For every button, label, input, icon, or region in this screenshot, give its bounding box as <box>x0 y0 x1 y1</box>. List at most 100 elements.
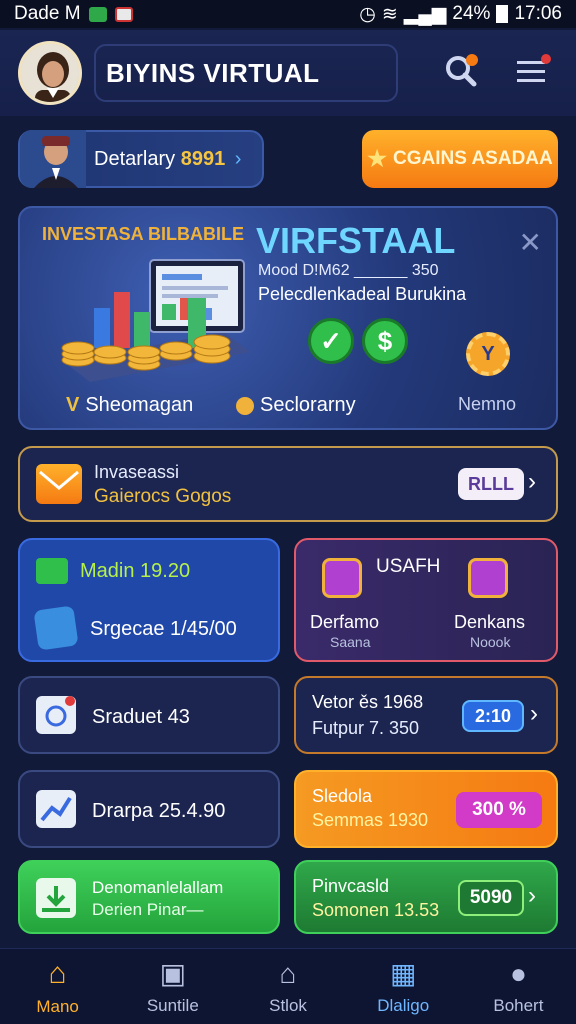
promo-avatar <box>20 130 86 188</box>
tile-red-title: USAFH <box>376 556 441 577</box>
chevron-right-icon: › <box>234 147 242 170</box>
camera-icon <box>36 696 76 734</box>
tile-green-2-line2: Somonen 13.53 <box>312 900 440 920</box>
chevron-right-icon: › <box>528 468 536 495</box>
tile-orange-pill[interactable]: 300 % <box>456 792 542 828</box>
nav-label: Mano <box>36 996 79 1016</box>
close-icon[interactable]: ✕ <box>519 226 542 259</box>
tile-green-1-line1: Denomanlelallam <box>92 878 224 897</box>
invest-row-line2: Gaierocs Gogos <box>94 486 232 507</box>
menu-icon <box>513 51 553 96</box>
house-icon: ⌂ <box>279 957 297 989</box>
status-left-text: Dade M <box>14 3 81 24</box>
nav-label: Stlok <box>269 995 307 1015</box>
tile-blue-row2: Srgecae 1/45/00 <box>90 618 237 640</box>
banner-foot-3: Nemno <box>458 394 517 414</box>
badge-icon <box>468 558 508 598</box>
phone-icon <box>33 605 79 651</box>
investment-banner[interactable]: INVESTASA BILBABILE VIRFSTAAL Mood D!M62… <box>18 206 558 430</box>
inbox-icon: ▣ <box>159 958 187 989</box>
download-icon <box>36 878 76 918</box>
promo-card[interactable]: Detarlary 8991 › <box>18 130 264 188</box>
tile-orange-line1: Sledola <box>312 786 373 806</box>
menu-button[interactable] <box>510 50 556 96</box>
app-title-box: BIYINS VIRTUAL <box>94 44 398 102</box>
coin-icon <box>236 396 254 415</box>
tile-blue-row1: Madin 19.20 <box>80 560 191 582</box>
promo-label: Detarlary <box>94 147 176 170</box>
tile-drarpa-label: Drarpa 25.4.90 <box>92 800 226 822</box>
orange-cta-label: CGAINS ASADAA <box>392 148 553 169</box>
tile-red-item2: Denkans <box>454 612 526 632</box>
nav-label: Bohert <box>493 995 544 1015</box>
gear-icon: Y <box>466 332 510 376</box>
app-title: BIYINS VIRTUAL <box>106 57 320 88</box>
tile-graduet-label: Sraduet 43 <box>92 706 190 728</box>
banner-foot-1-label: Sheomagan <box>85 394 194 416</box>
avatar[interactable] <box>18 41 82 105</box>
nav-item-stlok[interactable]: ⌂ Stlok <box>230 949 345 1024</box>
chart-icon <box>36 790 76 828</box>
nav-item-bohert[interactable]: ● Bohert <box>461 949 576 1024</box>
clock: 17:06 <box>514 3 562 24</box>
tile-veto-pill[interactable]: 2:10 <box>462 700 524 732</box>
tile-green-2-pill[interactable]: 5090 <box>458 880 524 916</box>
banner-foot-2: Seclorarny <box>236 394 356 417</box>
investment-row[interactable]: Invaseassi Gaierocs Gogos RLLL › <box>18 446 558 522</box>
tile-green-2[interactable]: Pinvcasld Somonen 13.53 5090 › <box>294 860 558 934</box>
banner-line1: Mood D!M62 ______ 350 <box>258 262 439 279</box>
mail-icon <box>36 464 82 504</box>
tile-red-item2-sub: Noook <box>470 634 511 650</box>
wifi-icon: ≋ <box>381 3 398 25</box>
battery-icon <box>496 5 509 23</box>
tile-blue[interactable]: Madin 19.20 Srgecae 1/45/00 <box>18 538 280 662</box>
home-icon: ⌂ <box>48 956 67 990</box>
nav-item-dlaligo[interactable]: ▦ Dlaligo <box>346 949 461 1024</box>
nav-item-suntile[interactable]: ▣ Suntile <box>115 949 230 1024</box>
tile-red-item1-sub: Saana <box>330 634 371 650</box>
chevron-right-icon: › <box>530 700 538 727</box>
invest-row-line1: Invaseassi <box>94 462 180 482</box>
nav-item-mano[interactable]: ⌂ Mano <box>0 949 115 1024</box>
tile-green-2-line1: Pinvcasld <box>312 876 390 896</box>
message-icon <box>114 6 133 22</box>
nav-label: Dlaligo <box>377 996 430 1015</box>
banner-eyebrow: INVESTASA BILBABILE <box>42 224 245 244</box>
dollar-coin-icon: $ <box>362 318 408 364</box>
banner-foot-1: V Sheomagan <box>66 394 193 417</box>
tile-red[interactable]: USAFH Derfamo Saana Denkans Noook <box>294 538 558 662</box>
banner-line2: Pelecdlenkadeal Burukina <box>258 284 467 304</box>
battery-level: 24% <box>452 3 491 24</box>
banner-foot-2-label: Seclorarny <box>260 394 356 416</box>
tile-red-item1: Derfamo <box>310 612 380 632</box>
chevron-right-icon: › <box>528 882 536 909</box>
alarm-icon: ◷ <box>359 3 376 25</box>
tile-graduet[interactable]: Sraduet 43 <box>18 676 280 754</box>
status-bar: Dade M ◷ ≋ ▂▄▆ 24% 17:06 <box>0 0 576 28</box>
check-mark-icon: V <box>66 394 80 416</box>
app-header: BIYINS VIRTUAL <box>0 30 576 116</box>
tile-veto-line1: Vetor ěs 1968 <box>312 692 424 712</box>
nav-label: Suntile <box>146 996 199 1015</box>
user-icon: ● <box>509 957 527 989</box>
banner-title: VIRFSTAAL <box>256 220 456 261</box>
promo-text: Detarlary 8991 › <box>94 148 241 171</box>
orange-cta-button[interactable]: ★ CGAINS ASADAA <box>362 130 558 188</box>
briefcase-icon <box>36 558 68 584</box>
tile-orange[interactable]: Sledola Semmas 1930 300 % <box>294 770 558 848</box>
tile-orange-line2: Semmas 1930 <box>312 810 429 830</box>
signal-icon: ▂▄▆ <box>403 3 447 25</box>
tile-green-1-line2: Derien Pinar— <box>92 900 204 919</box>
search-button[interactable] <box>438 50 484 96</box>
investment-illustration <box>61 259 250 382</box>
tile-green-1[interactable]: Denomanlelallam Derien Pinar— <box>18 860 280 934</box>
invest-row-button[interactable]: RLLL <box>458 468 524 500</box>
tile-veto-line2: Futpur 7. 350 <box>312 718 420 738</box>
tile-veto[interactable]: Vetor ěs 1968 Futpur 7. 350 2:10 › <box>294 676 558 754</box>
bottom-nav: ⌂ Mano ▣ Suntile ⌂ Stlok ▦ Dlaligo ● Boh… <box>0 948 576 1024</box>
check-coin-icon: ✓ <box>308 318 354 364</box>
badge-icon <box>322 558 362 598</box>
promo-value: 8991 <box>180 147 226 170</box>
star-icon: ★ <box>367 146 387 171</box>
tile-drarpa[interactable]: Drarpa 25.4.90 <box>18 770 280 848</box>
